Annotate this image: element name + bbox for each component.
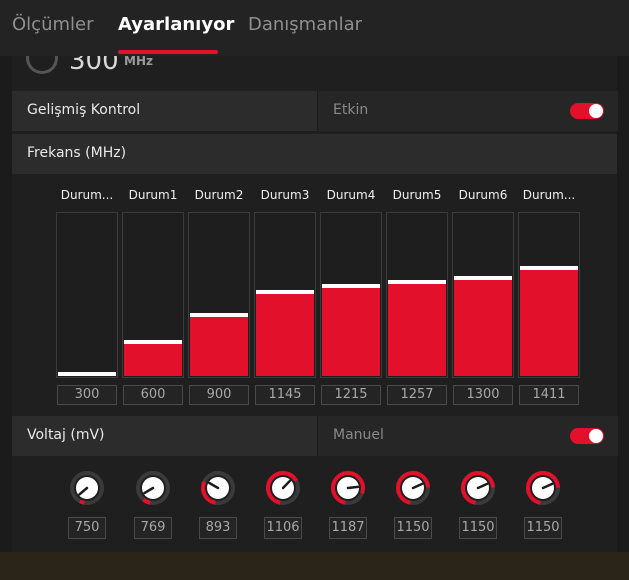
voltage-value[interactable]: 1106 (264, 517, 302, 539)
state-label: Durum5 (392, 188, 442, 202)
toggle-knob (589, 104, 603, 118)
frequency-slider[interactable] (518, 212, 580, 378)
frequency-fill (256, 294, 314, 376)
advanced-control-row: Gelişmiş Kontrol Etkin (12, 91, 618, 131)
knob-graphic (266, 471, 300, 505)
frequency-value[interactable]: 900 (189, 385, 249, 405)
previous-gauge-row: 300 MHz (12, 56, 617, 89)
frequency-handle[interactable] (190, 313, 248, 317)
active-tab-indicator (118, 50, 218, 54)
frequency-value[interactable]: 300 (57, 385, 117, 405)
voltage-knob[interactable] (525, 470, 561, 506)
tab-olcumler[interactable]: Ölçümler (12, 14, 93, 35)
frequency-slider[interactable] (320, 212, 382, 378)
frequency-handle[interactable] (322, 284, 380, 288)
tab-danismanlar[interactable]: Danışmanlar (248, 14, 362, 35)
frequency-fill (388, 284, 446, 376)
voltage-knob[interactable] (265, 470, 301, 506)
frequency-fill (190, 317, 248, 376)
previous-value: 300 (69, 56, 119, 76)
state-label: Durum... (522, 188, 576, 202)
knob-pointer (346, 485, 360, 490)
top-nav: Ölçümler Ayarlanıyor Danışmanlar (0, 0, 629, 56)
gauge-icon (26, 56, 58, 74)
state-label: Durum1 (128, 188, 178, 202)
voltage-toggle[interactable] (570, 428, 604, 444)
voltage-value[interactable]: 1150 (459, 517, 497, 539)
voltage-value[interactable]: 893 (199, 517, 237, 539)
frequency-handle[interactable] (58, 372, 116, 376)
voltage-mode: Manuel (333, 427, 384, 443)
background-strip (0, 552, 629, 580)
advanced-control-setting: Etkin (317, 91, 618, 131)
toggle-knob (589, 429, 603, 443)
voltage-knob[interactable] (330, 470, 366, 506)
voltage-knob[interactable] (69, 470, 105, 506)
frequency-fill (454, 280, 512, 376)
voltage-knob[interactable] (460, 470, 496, 506)
voltage-value[interactable]: 769 (134, 517, 172, 539)
previous-unit: MHz (124, 56, 153, 68)
voltage-knob[interactable] (135, 470, 171, 506)
voltage-value[interactable]: 1150 (394, 517, 432, 539)
state-label: Durum4 (326, 188, 376, 202)
frequency-value[interactable]: 1215 (321, 385, 381, 405)
frequency-slider[interactable] (188, 212, 250, 378)
voltage-value[interactable]: 1187 (329, 517, 367, 539)
frequency-value[interactable]: 1411 (519, 385, 579, 405)
voltage-knob[interactable] (395, 470, 431, 506)
frequency-handle[interactable] (124, 340, 182, 344)
knob-graphic (396, 471, 430, 505)
knob-graphic (526, 471, 560, 505)
frequency-fill (322, 288, 380, 376)
frequency-handle[interactable] (520, 266, 578, 270)
voltage-knob[interactable] (200, 470, 236, 506)
state-label: Durum... (60, 188, 114, 202)
frequency-slider[interactable] (254, 212, 316, 378)
frequency-label: Frekans (MHz) (27, 145, 127, 161)
frequency-value[interactable]: 1300 (453, 385, 513, 405)
state-label: Durum3 (260, 188, 310, 202)
frequency-row: Frekans (MHz) (12, 134, 617, 174)
frequency-slider[interactable] (452, 212, 514, 378)
knob-graphic (201, 471, 235, 505)
frequency-fill (520, 270, 578, 376)
frequency-value[interactable]: 600 (123, 385, 183, 405)
advanced-control-label: Gelişmiş Kontrol (27, 102, 141, 118)
tab-ayarlaniyor[interactable]: Ayarlanıyor (118, 14, 234, 35)
frequency-slider[interactable] (122, 212, 184, 378)
frequency-fill (124, 344, 182, 376)
voltage-label: Voltaj (mV) (27, 427, 105, 443)
frequency-slider[interactable] (386, 212, 448, 378)
voltage-value[interactable]: 750 (68, 517, 106, 539)
advanced-control-mode: Etkin (333, 102, 369, 118)
voltage-setting: Manuel (317, 416, 618, 456)
state-label: Durum2 (194, 188, 244, 202)
frequency-handle[interactable] (256, 290, 314, 294)
frequency-value[interactable]: 1145 (255, 385, 315, 405)
frequency-handle[interactable] (454, 276, 512, 280)
knob-graphic (331, 471, 365, 505)
voltage-value[interactable]: 1150 (524, 517, 562, 539)
frequency-value[interactable]: 1257 (387, 385, 447, 405)
voltage-row: Voltaj (mV) Manuel (12, 416, 618, 456)
state-label: Durum6 (458, 188, 508, 202)
frequency-slider[interactable] (56, 212, 118, 378)
knob-graphic (70, 471, 104, 505)
advanced-control-toggle[interactable] (570, 103, 604, 119)
frequency-handle[interactable] (388, 280, 446, 284)
knob-graphic (461, 471, 495, 505)
knob-graphic (136, 471, 170, 505)
